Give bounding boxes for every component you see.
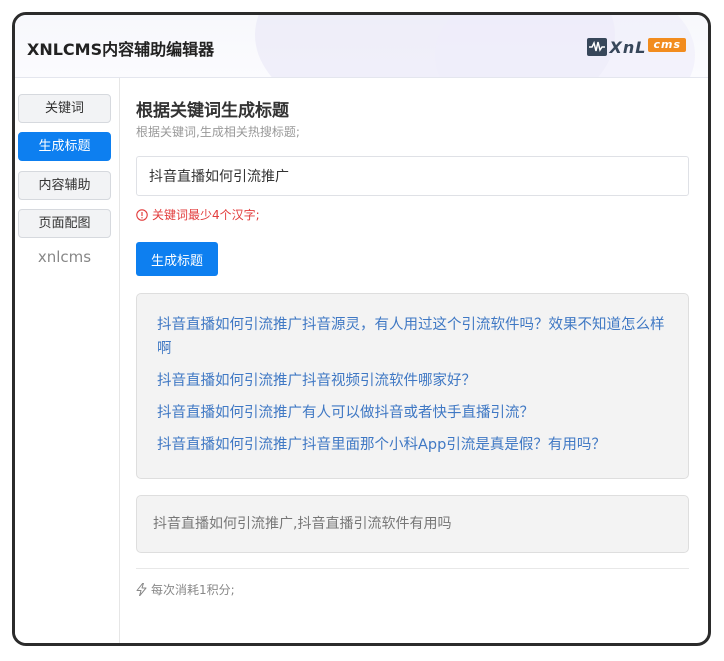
divider — [136, 568, 689, 569]
brand-logo: XnL cms — [586, 37, 686, 57]
waveform-icon — [586, 38, 607, 56]
sidebar-item-page-images[interactable]: 页面配图 — [18, 209, 111, 238]
sidebar-item-keywords[interactable]: 关键词 — [18, 94, 111, 123]
cost-note: 每次消耗1积分; — [136, 581, 235, 598]
sidebar-item-content-assist[interactable]: 内容辅助 — [18, 171, 111, 200]
editor-window: XNLCMS内容辅助编辑器 XnL cms 关键词 生成标题 内容辅助 页面配图… — [12, 12, 711, 646]
header-bar: XNLCMS内容辅助编辑器 XnL cms — [15, 15, 708, 78]
result-link[interactable]: 抖音直播如何引流推广抖音视频引流软件哪家好？ — [157, 369, 668, 393]
page-title: 根据关键词生成标题 — [136, 101, 289, 121]
result-link[interactable]: 抖音直播如何引流推广抖音里面那个小科App引流是真是假？有用吗？ — [157, 433, 668, 457]
keyword-input[interactable] — [136, 156, 689, 196]
error-text: 关键词最少4个汉字; — [152, 208, 260, 222]
page-subtitle: 根据关键词,生成相关热搜标题; — [136, 125, 300, 139]
logo-text: XnL — [609, 37, 647, 57]
app-title: XNLCMS内容辅助编辑器 — [27, 40, 215, 59]
logo-badge: cms — [648, 38, 686, 52]
lightning-icon — [136, 583, 147, 596]
validation-error: 关键词最少4个汉字; — [136, 206, 260, 223]
cost-text: 每次消耗1积分; — [151, 583, 235, 597]
main-panel: 根据关键词生成标题 根据关键词,生成相关热搜标题; 关键词最少4个汉字; 生成标… — [136, 78, 689, 643]
summary-box[interactable]: 抖音直播如何引流推广,抖音直播引流软件有用吗 — [136, 495, 689, 553]
info-circle-icon — [136, 208, 148, 221]
generate-title-button[interactable]: 生成标题 — [136, 242, 218, 276]
sidebar-item-generate-title[interactable]: 生成标题 — [18, 132, 111, 161]
result-link[interactable]: 抖音直播如何引流推广有人可以做抖音或者快手直播引流？ — [157, 401, 668, 425]
result-link[interactable]: 抖音直播如何引流推广抖音源灵，有人用过这个引流软件吗？效果不知道怎么样啊 — [157, 313, 668, 361]
results-panel: 抖音直播如何引流推广抖音源灵，有人用过这个引流软件吗？效果不知道怎么样啊 抖音直… — [136, 293, 689, 479]
sidebar: 关键词 生成标题 内容辅助 页面配图 xnlcms — [15, 78, 120, 643]
sidebar-item-xnlcms[interactable]: xnlcms — [18, 248, 111, 266]
